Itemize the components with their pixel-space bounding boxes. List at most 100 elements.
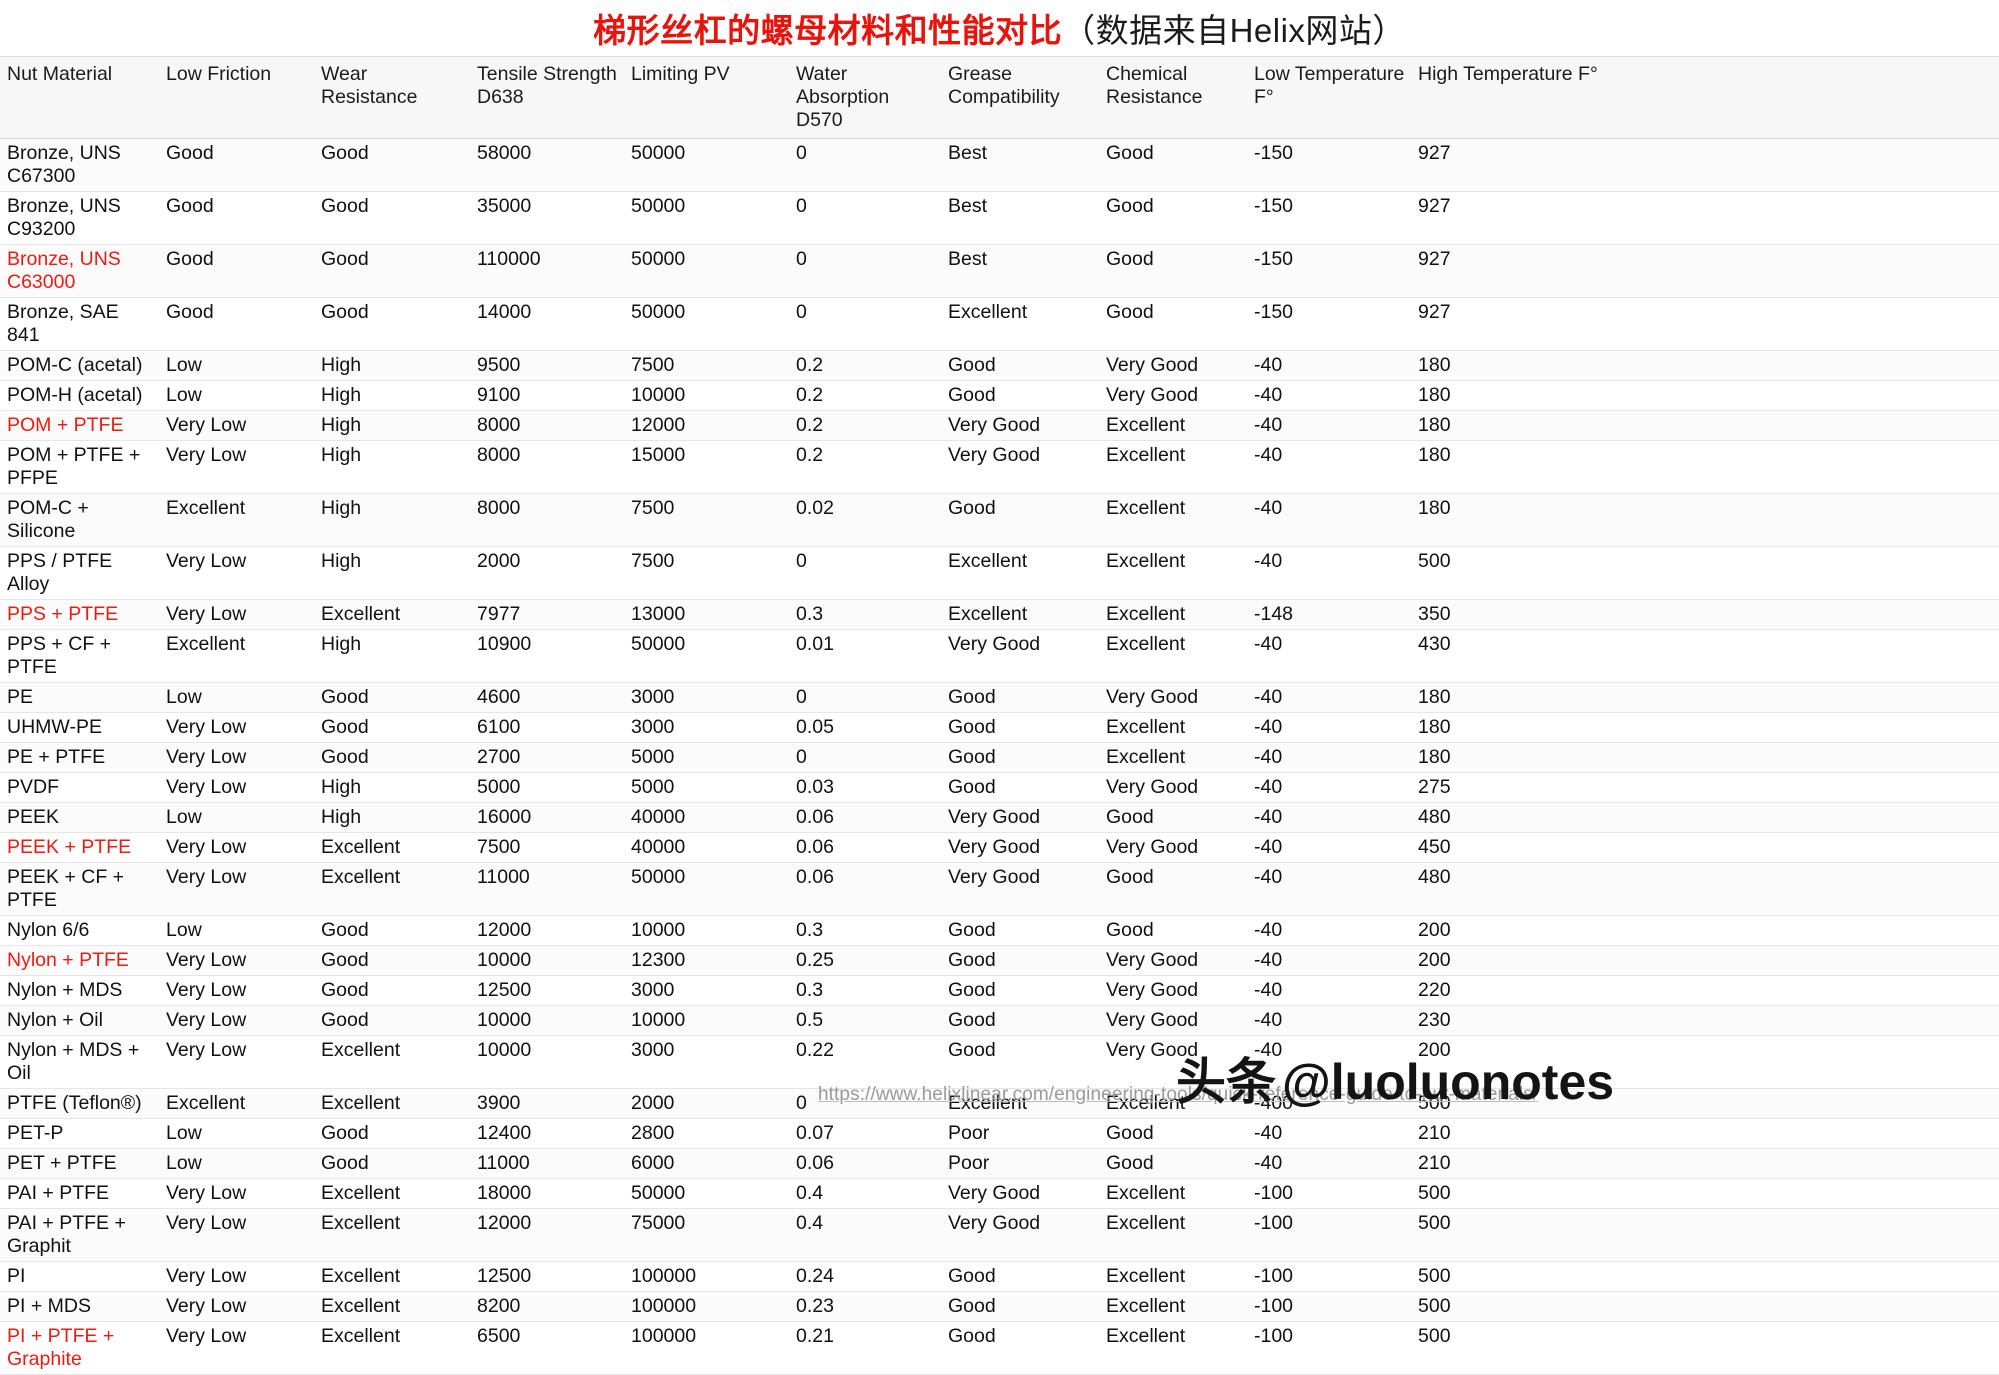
source-url-link[interactable]: https://www.helixlinear.com/engineering-… bbox=[818, 1084, 1988, 1106]
table-body: Bronze, UNS C67300 Good Good 58000 50000 0 Bes… bbox=[0, 138, 1999, 1375]
table-row[interactable]: Nylon 6/6 Low Good 12000 10000 0.3 Good Good -40… bbox=[0, 915, 1999, 946]
table-row[interactable]: POM-H (acetal) Low High 9100 10000 0.2 Good Ver… bbox=[0, 380, 1999, 411]
table-row[interactable]: PPS + PTFE Very Low Excellent 7977 13000 0.3 E… bbox=[0, 599, 1999, 630]
cell-wear-resistance: High bbox=[321, 806, 362, 828]
table-row[interactable]: PPS + CF + PTFE Excellent High 10900 50000 0.… bbox=[0, 629, 1999, 683]
column-header-low-friction[interactable]: Low Friction bbox=[159, 56, 314, 139]
table-row[interactable]: PAI + PTFE Very Low Excellent 18000 50000 0.4… bbox=[0, 1178, 1999, 1209]
cell-tensile-strength: 10900 bbox=[477, 633, 532, 655]
cell-high-temperature: 350 bbox=[1418, 603, 1451, 625]
table-row[interactable]: PAI + PTFE + Graphit Very Low Excellent 120… bbox=[0, 1208, 1999, 1262]
cell-low-temperature: -150 bbox=[1254, 248, 1294, 270]
table-row[interactable]: Bronze, UNS C93200 Good Good 35000 50000 0 Bes… bbox=[0, 191, 1999, 245]
cell-chemical-resistance: Very Good bbox=[1106, 1009, 1199, 1031]
table-row[interactable]: Nylon + MDS Very Low Good 12500 3000 0.3 Good V… bbox=[0, 975, 1999, 1006]
column-header-high-temperature[interactable]: High Temperature F° bbox=[1411, 56, 1999, 139]
column-header-low-temperature[interactable]: Low Temperature F° bbox=[1247, 56, 1411, 139]
column-header-wear-resistance[interactable]: Wear Resistance bbox=[314, 56, 470, 139]
cell-high-temperature: 500 bbox=[1418, 550, 1451, 572]
column-header-limiting-pv[interactable]: Limiting PV bbox=[624, 56, 789, 139]
cell-nut-material: PI bbox=[7, 1265, 26, 1287]
page-title-bar: 梯形丝杠的螺母材料和性能对比（数据来自Helix网站） bbox=[0, 0, 1999, 56]
cell-water-absorption: 0.3 bbox=[796, 603, 824, 625]
cell-limiting-pv: 100000 bbox=[631, 1295, 697, 1317]
cell-low-temperature: -40 bbox=[1254, 686, 1283, 708]
cell-nut-material: POM + PTFE bbox=[7, 414, 124, 436]
cell-low-temperature: -40 bbox=[1254, 414, 1283, 436]
table-row[interactable]: POM + PTFE + PFPE Very Low High 8000 15000 0.… bbox=[0, 440, 1999, 494]
table-row[interactable]: Nylon + PTFE Very Low Good 10000 12300 0.25 Go… bbox=[0, 945, 1999, 976]
table-header: Nut Material Low Friction Wear Resistanc… bbox=[0, 56, 1999, 139]
cell-wear-resistance: High bbox=[321, 354, 362, 376]
table-row[interactable]: Bronze, UNS C67300 Good Good 58000 50000 0 Bes… bbox=[0, 138, 1999, 192]
table-row[interactable]: PVDF Very Low High 5000 5000 0.03 Good Very Goo… bbox=[0, 772, 1999, 803]
cell-chemical-resistance: Excellent bbox=[1106, 633, 1186, 655]
table-row[interactable]: PE + PTFE Very Low Good 2700 5000 0 Good Excell… bbox=[0, 742, 1999, 773]
cell-chemical-resistance: Good bbox=[1106, 866, 1154, 888]
table-row[interactable]: PPS / PTFE Alloy Very Low High 2000 7500 0 Exc… bbox=[0, 546, 1999, 600]
cell-tensile-strength: 9100 bbox=[477, 384, 521, 406]
cell-grease-compatibility: Excellent bbox=[948, 550, 1028, 572]
cell-wear-resistance: Excellent bbox=[321, 1092, 401, 1114]
table-row[interactable]: Nylon + Oil Very Low Good 10000 10000 0.5 Good… bbox=[0, 1005, 1999, 1036]
cell-low-temperature: -40 bbox=[1254, 806, 1283, 828]
cell-low-temperature: -40 bbox=[1254, 979, 1283, 1001]
cell-water-absorption: 0.3 bbox=[796, 979, 824, 1001]
column-header-water-absorption[interactable]: Water Absorption D570 bbox=[789, 56, 941, 139]
cell-limiting-pv: 3000 bbox=[631, 979, 675, 1001]
table-row[interactable]: POM-C (acetal) Low High 9500 7500 0.2 Good Very… bbox=[0, 350, 1999, 381]
table-row[interactable]: PE Low Good 4600 3000 0 Good Very Good -40 180 bbox=[0, 682, 1999, 713]
cell-water-absorption: 0.2 bbox=[796, 414, 824, 436]
table-row[interactable]: UHMW-PE Very Low Good 6100 3000 0.05 Good Excel… bbox=[0, 712, 1999, 743]
table-row[interactable]: Nylon + MDS + Oil Very Low Excellent 10000 3… bbox=[0, 1035, 1999, 1089]
table-row[interactable]: Bronze, UNS C63000 Good Good 110000 50000 0 Be… bbox=[0, 244, 1999, 298]
cell-limiting-pv: 50000 bbox=[631, 633, 686, 655]
cell-wear-resistance: High bbox=[321, 384, 362, 406]
cell-nut-material: PEEK bbox=[7, 806, 60, 828]
cell-low-friction: Very Low bbox=[166, 836, 247, 858]
cell-chemical-resistance: Very Good bbox=[1106, 949, 1199, 971]
table-row[interactable]: POM-C + Silicone Excellent High 8000 7500 0.0… bbox=[0, 493, 1999, 547]
cell-low-temperature: -150 bbox=[1254, 301, 1294, 323]
table-row[interactable]: PI + PTFE + Graphite Very Low Excellent 650… bbox=[0, 1321, 1999, 1375]
cell-nut-material: Nylon + MDS bbox=[7, 979, 123, 1001]
table-row[interactable]: POM + PTFE Very Low High 8000 12000 0.2 Very G… bbox=[0, 410, 1999, 441]
cell-wear-resistance: Excellent bbox=[321, 866, 401, 888]
cell-grease-compatibility: Very Good bbox=[948, 414, 1041, 436]
cell-grease-compatibility: Excellent bbox=[948, 603, 1028, 625]
cell-limiting-pv: 7500 bbox=[631, 550, 675, 572]
cell-nut-material: POM-C (acetal) bbox=[7, 354, 143, 376]
table-row[interactable]: PI + MDS Very Low Excellent 8200 100000 0.23 G… bbox=[0, 1291, 1999, 1322]
cell-high-temperature: 480 bbox=[1418, 806, 1451, 828]
cell-chemical-resistance: Excellent bbox=[1106, 1212, 1186, 1234]
cell-limiting-pv: 3000 bbox=[631, 686, 675, 708]
table-row[interactable]: PI Very Low Excellent 12500 100000 0.24 Good Ex… bbox=[0, 1261, 1999, 1292]
column-header-tensile-strength[interactable]: Tensile Strength D638 bbox=[470, 56, 624, 139]
cell-high-temperature: 450 bbox=[1418, 836, 1451, 858]
cell-wear-resistance: Good bbox=[321, 919, 369, 941]
table-row[interactable]: PEEK Low High 16000 40000 0.06 Very Good Good -4… bbox=[0, 802, 1999, 833]
table-row[interactable]: PET-P Low Good 12400 2800 0.07 Poor Good -40 210 bbox=[0, 1118, 1999, 1149]
cell-low-friction: Very Low bbox=[166, 444, 247, 466]
table-row[interactable]: PET + PTFE Low Good 11000 6000 0.06 Poor Good -4… bbox=[0, 1148, 1999, 1179]
cell-chemical-resistance: Very Good bbox=[1106, 776, 1199, 798]
cell-chemical-resistance: Excellent bbox=[1106, 414, 1186, 436]
cell-low-friction: Excellent bbox=[166, 633, 246, 655]
cell-chemical-resistance: Good bbox=[1106, 806, 1154, 828]
cell-wear-resistance: Excellent bbox=[321, 1295, 401, 1317]
column-header-nut-material[interactable]: Nut Material bbox=[0, 56, 159, 139]
table-row[interactable]: Bronze, SAE 841 Good Good 14000 50000 0 Excell… bbox=[0, 297, 1999, 351]
cell-nut-material: UHMW-PE bbox=[7, 716, 102, 738]
column-header-chemical-resistance[interactable]: Chemical Resistance bbox=[1099, 56, 1247, 139]
table-row[interactable]: PEEK + PTFE Very Low Excellent 7500 40000 0.0… bbox=[0, 832, 1999, 863]
cell-chemical-resistance: Excellent bbox=[1106, 444, 1186, 466]
cell-nut-material: Bronze, UNS C93200 bbox=[7, 195, 121, 240]
column-header-grease-compatibility[interactable]: Grease Compatibility bbox=[941, 56, 1099, 139]
cell-chemical-resistance: Very Good bbox=[1106, 686, 1199, 708]
cell-water-absorption: 0 bbox=[796, 301, 807, 323]
cell-wear-resistance: Good bbox=[321, 248, 369, 270]
cell-high-temperature: 200 bbox=[1418, 949, 1451, 971]
cell-high-temperature: 180 bbox=[1418, 497, 1451, 519]
table-row[interactable]: PEEK + CF + PTFE Very Low Excellent 11000 50… bbox=[0, 862, 1999, 916]
cell-low-temperature: -100 bbox=[1254, 1182, 1294, 1204]
